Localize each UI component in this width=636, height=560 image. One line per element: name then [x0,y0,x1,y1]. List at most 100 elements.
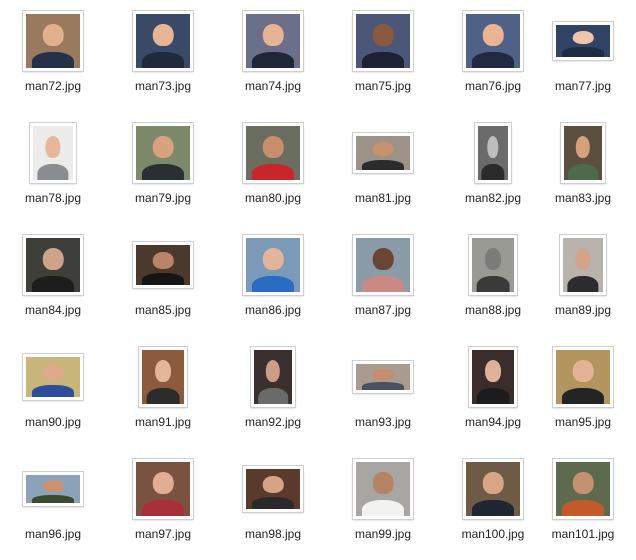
file-item[interactable]: man97.jpg [110,448,216,560]
file-item[interactable]: man99.jpg [330,448,436,560]
portrait-photo [136,462,190,516]
file-item[interactable]: man101.jpg [530,448,636,560]
portrait-torso [146,387,180,404]
file-item[interactable]: man95.jpg [530,336,636,448]
portrait-head [262,135,284,159]
image-thumbnail[interactable] [553,22,613,60]
image-thumbnail[interactable] [353,235,413,295]
image-thumbnail[interactable] [23,472,83,506]
image-thumbnail[interactable] [23,235,83,295]
file-item[interactable]: man86.jpg [220,224,326,336]
image-thumbnail[interactable] [243,235,303,295]
image-thumbnail[interactable] [133,459,193,519]
file-name-label: man73.jpg [134,79,192,93]
image-thumbnail[interactable] [133,242,193,288]
portrait-head [155,359,171,383]
image-thumbnail[interactable] [133,11,193,71]
portrait-photo [356,238,410,292]
portrait-torso [31,385,75,397]
file-item[interactable]: man98.jpg [220,448,326,560]
thumbnail-area [530,456,636,522]
file-item[interactable]: man73.jpg [110,0,216,112]
portrait-head [262,247,284,271]
portrait-torso [361,275,405,292]
portrait-photo [472,238,514,292]
image-thumbnail[interactable] [243,11,303,71]
portrait-head [372,368,394,380]
portrait-photo [246,126,300,180]
file-item[interactable]: man91.jpg [110,336,216,448]
portrait-torso [31,51,75,68]
image-thumbnail[interactable] [23,11,83,71]
portrait-torso [361,159,405,170]
portrait-head [152,471,174,495]
file-item[interactable]: man83.jpg [530,112,636,224]
file-name-label: man92.jpg [244,415,302,429]
file-item[interactable]: man79.jpg [110,112,216,224]
portrait-photo [26,357,80,397]
file-item[interactable]: man93.jpg [330,336,436,448]
file-item[interactable]: man85.jpg [110,224,216,336]
file-icon-grid: man72.jpg man73.jpg man74.jpg man75.jpg man7… [0,0,636,546]
thumbnail-area [110,120,216,186]
portrait-torso [471,499,515,516]
portrait-head [482,23,504,47]
image-thumbnail[interactable] [243,466,303,512]
file-name-label: man97.jpg [134,527,192,541]
portrait-photo [466,462,520,516]
image-thumbnail[interactable] [30,123,76,183]
portrait-torso [471,51,515,68]
file-name-label: man84.jpg [24,303,82,317]
image-thumbnail[interactable] [353,11,413,71]
thumbnail-area [530,344,636,410]
file-item[interactable]: man92.jpg [220,336,326,448]
portrait-torso [568,163,598,180]
image-thumbnail[interactable] [243,123,303,183]
portrait-photo [26,475,80,503]
portrait-torso [251,51,295,68]
portrait-head [45,135,61,159]
file-item[interactable]: man72.jpg [0,0,106,112]
image-thumbnail[interactable] [469,347,517,407]
image-thumbnail[interactable] [251,347,295,407]
portrait-head [485,247,501,271]
file-item[interactable]: man74.jpg [220,0,326,112]
image-thumbnail[interactable] [133,123,193,183]
file-item[interactable]: man84.jpg [0,224,106,336]
portrait-head [575,135,591,159]
image-thumbnail[interactable] [475,123,511,183]
file-item[interactable]: man89.jpg [530,224,636,336]
image-thumbnail[interactable] [23,354,83,400]
image-thumbnail[interactable] [463,11,523,71]
portrait-head [262,23,284,47]
portrait-torso [141,499,185,516]
image-thumbnail[interactable] [553,347,613,407]
file-item[interactable]: man78.jpg [0,112,106,224]
portrait-head [152,23,174,47]
file-item[interactable]: man77.jpg [530,0,636,112]
image-thumbnail[interactable] [469,235,517,295]
image-thumbnail[interactable] [561,123,605,183]
image-thumbnail[interactable] [353,361,413,393]
portrait-torso [361,499,405,516]
image-thumbnail[interactable] [463,459,523,519]
file-item[interactable]: man90.jpg [0,336,106,448]
thumbnail-area [0,344,106,410]
portrait-photo [556,25,610,57]
image-thumbnail[interactable] [353,459,413,519]
portrait-torso [31,494,75,503]
thumbnail-area [110,456,216,522]
image-thumbnail[interactable] [560,235,606,295]
file-item[interactable]: man87.jpg [330,224,436,336]
portrait-head [42,480,64,492]
image-thumbnail[interactable] [139,347,187,407]
portrait-head [265,359,281,383]
portrait-torso [251,163,295,180]
image-thumbnail[interactable] [553,459,613,519]
file-item[interactable]: man75.jpg [330,0,436,112]
file-item[interactable]: man80.jpg [220,112,326,224]
file-item[interactable]: man96.jpg [0,448,106,560]
image-thumbnail[interactable] [353,133,413,173]
file-item[interactable]: man81.jpg [330,112,436,224]
file-name-label: man81.jpg [354,191,412,205]
